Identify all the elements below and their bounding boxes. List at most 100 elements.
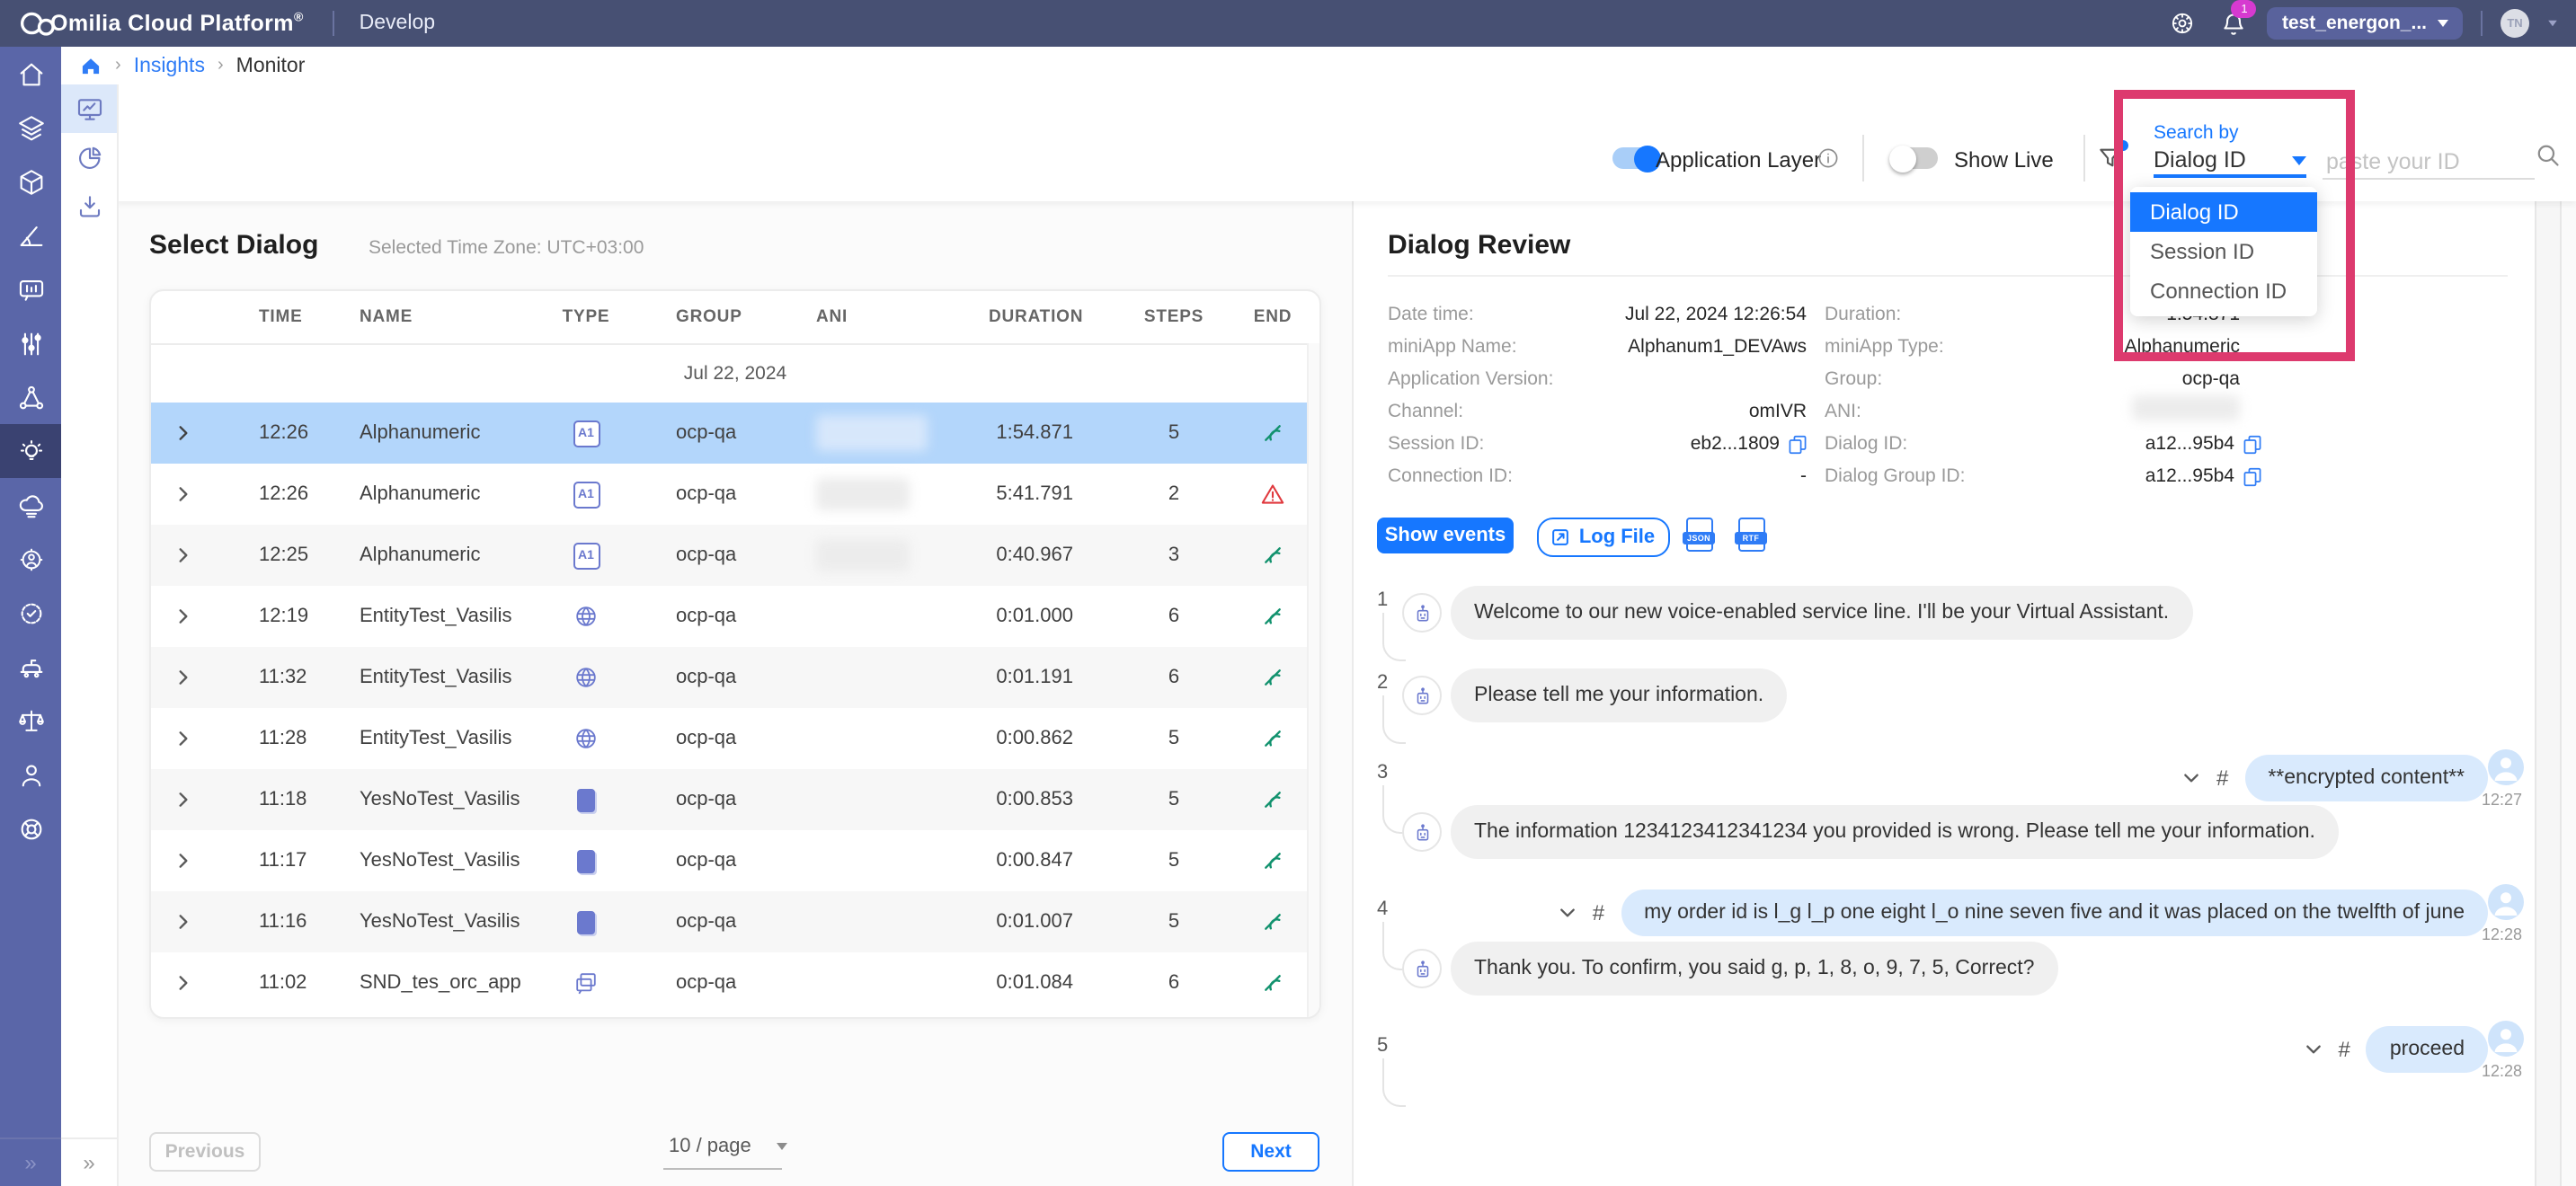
sidebar-item-insights[interactable] xyxy=(0,424,61,478)
filter-funnel-icon[interactable] xyxy=(2096,144,2125,173)
copy-icon[interactable] xyxy=(1789,434,1807,454)
chevron-down-icon[interactable] xyxy=(2548,21,2557,26)
table-row[interactable]: 11:02 SND_tes_orc_app ocp-qa 0:01.084 6 xyxy=(151,952,1319,1013)
cell-duration: 0:01.000 xyxy=(989,606,1122,627)
expand-chevron-icon[interactable] xyxy=(151,424,216,442)
entity-type-icon xyxy=(573,726,599,751)
bot-message: Please tell me your information. xyxy=(1402,668,1787,722)
bot-message: The information 1234123412341234 you pro… xyxy=(1402,805,2339,859)
copy-icon[interactable] xyxy=(2243,434,2261,454)
table-row[interactable]: 12:19 EntityTest_Vasilis ocp-qa 0:01.000… xyxy=(151,586,1319,647)
hash-anchor-icon[interactable]: # xyxy=(1593,900,1604,925)
table-row[interactable]: 11:32 EntityTest_Vasilis ocp-qa 0:01.191… xyxy=(151,647,1319,708)
col-ani: ANI xyxy=(816,307,989,327)
user-message: # my order id is l_g l_p one eight l_o n… xyxy=(1559,890,2488,936)
home-icon[interactable] xyxy=(79,54,102,77)
search-by-select[interactable]: Dialog ID xyxy=(2154,146,2306,178)
cell-steps: 2 xyxy=(1122,483,1226,505)
table-row[interactable]: 11:17 YesNoTest_Vasilis ocp-qa 0:00.847 … xyxy=(151,830,1319,891)
cell-time: 11:02 xyxy=(216,972,327,994)
sidebar-item-certification[interactable] xyxy=(0,586,61,640)
cell-duration: 5:41.791 xyxy=(989,483,1122,505)
sidebar-item-orchestrator[interactable] xyxy=(0,370,61,424)
expand-chevron-icon[interactable] xyxy=(151,730,216,748)
hash-anchor-icon[interactable]: # xyxy=(2339,1037,2350,1062)
account-switcher[interactable]: test_energon_... xyxy=(2268,7,2463,40)
sidebar-item-tuning[interactable] xyxy=(0,316,61,370)
option-dialog-id[interactable]: Dialog ID xyxy=(2130,192,2317,232)
download-json-icon[interactable]: JSON xyxy=(1684,518,1713,552)
settings-gear-icon[interactable] xyxy=(2167,7,2199,40)
sidebar-item-layers[interactable] xyxy=(0,101,61,155)
expand-chevron-down-icon[interactable] xyxy=(1559,904,1577,922)
notifications-bell-icon[interactable]: 1 xyxy=(2217,7,2250,40)
field-value: omIVR xyxy=(1546,395,1807,428)
log-file-button[interactable]: Log File xyxy=(1537,518,1670,557)
search-icon[interactable] xyxy=(2535,142,2562,169)
sidebar-item-dialogs[interactable] xyxy=(0,262,61,316)
cell-duration: 1:54.871 xyxy=(989,422,1122,444)
option-session-id[interactable]: Session ID xyxy=(2130,232,2317,271)
sidebar-item-home[interactable] xyxy=(0,47,61,101)
expand-chevron-icon[interactable] xyxy=(151,852,216,870)
rail-item-exports[interactable] xyxy=(61,181,117,230)
field-value: Alphanumeric xyxy=(1977,331,2240,363)
sidebar-item-compliance[interactable] xyxy=(0,694,61,748)
application-layer-toggle[interactable] xyxy=(1612,147,1659,169)
cell-name: YesNoTest_Vasilis xyxy=(327,850,525,872)
next-page-button[interactable]: Next xyxy=(1222,1132,1319,1172)
expand-chevron-icon[interactable] xyxy=(151,974,216,992)
cell-name: Alphanumeric xyxy=(327,422,525,444)
expand-chevron-icon[interactable] xyxy=(151,607,216,625)
sidebar-item-cloud-services[interactable] xyxy=(0,478,61,532)
sidebar-item-measure[interactable] xyxy=(0,208,61,262)
cell-steps: 5 xyxy=(1122,911,1226,933)
sidebar-item-transport[interactable] xyxy=(0,640,61,694)
show-live-toggle[interactable] xyxy=(1891,147,1938,169)
user-avatar[interactable]: TN xyxy=(2500,9,2529,38)
rail-item-monitor[interactable] xyxy=(61,84,117,133)
search-id-input[interactable] xyxy=(2323,144,2535,180)
expand-chevron-icon[interactable] xyxy=(151,791,216,809)
table-row[interactable]: 12:26 Alphanumeric A1 ocp-qa 1:54.871 5 xyxy=(151,403,1319,464)
rail-item-reports[interactable] xyxy=(61,133,117,181)
expand-chevron-icon[interactable] xyxy=(151,668,216,686)
expand-chevron-icon[interactable] xyxy=(151,546,216,564)
table-row[interactable]: 12:25 Alphanumeric A1 ocp-qa 0:40.967 3 xyxy=(151,525,1319,586)
rail-collapse-button[interactable]: » xyxy=(61,1137,117,1186)
bot-avatar-icon xyxy=(1402,676,1442,715)
previous-page-button[interactable]: Previous xyxy=(149,1132,261,1172)
sidebar-item-admin[interactable] xyxy=(0,532,61,586)
account-name: test_energon_... xyxy=(2282,13,2427,34)
sidebar-item-users[interactable] xyxy=(0,748,61,801)
sidebar-item-miniapps[interactable] xyxy=(0,155,61,208)
sidebar-collapse-button[interactable]: » xyxy=(0,1137,61,1186)
download-rtf-icon[interactable]: RTF xyxy=(1737,518,1765,552)
hash-anchor-icon[interactable]: # xyxy=(2216,766,2228,791)
table-row[interactable]: 11:28 EntityTest_Vasilis ocp-qa 0:00.862… xyxy=(151,708,1319,769)
show-events-button[interactable]: Show events xyxy=(1377,518,1514,553)
cell-group: ocp-qa xyxy=(647,789,816,810)
cell-time: 12:25 xyxy=(216,544,327,566)
expand-chevron-icon[interactable] xyxy=(151,913,216,931)
cell-name: EntityTest_Vasilis xyxy=(327,728,525,749)
sidebar-item-support[interactable] xyxy=(0,801,61,855)
expand-chevron-down-icon[interactable] xyxy=(2305,1040,2323,1058)
table-row[interactable]: 12:26 Alphanumeric A1 ocp-qa 5:41.791 2 xyxy=(151,464,1319,525)
expand-chevron-down-icon[interactable] xyxy=(2182,769,2200,787)
info-icon[interactable] xyxy=(1817,147,1839,169)
cell-name: EntityTest_Vasilis xyxy=(327,606,525,627)
col-end: END xyxy=(1226,307,1319,327)
expand-chevron-icon[interactable] xyxy=(151,485,216,503)
table-scrollbar[interactable] xyxy=(1307,343,1319,1017)
ani-redacted xyxy=(816,478,910,510)
page-size-select[interactable]: 10 / page xyxy=(669,1136,787,1157)
field-label: Dialog Group ID: xyxy=(1825,465,1965,487)
breadcrumb-insights[interactable]: Insights xyxy=(134,55,205,76)
option-connection-id[interactable]: Connection ID xyxy=(2130,271,2317,311)
notification-badge: 1 xyxy=(2232,0,2257,18)
table-row[interactable]: 11:18 YesNoTest_Vasilis ocp-qa 0:00.853 … xyxy=(151,769,1319,830)
vertical-scrollbar[interactable] xyxy=(2535,201,2562,1186)
table-row[interactable]: 11:16 YesNoTest_Vasilis ocp-qa 0:01.007 … xyxy=(151,891,1319,952)
copy-icon[interactable] xyxy=(2243,466,2261,486)
